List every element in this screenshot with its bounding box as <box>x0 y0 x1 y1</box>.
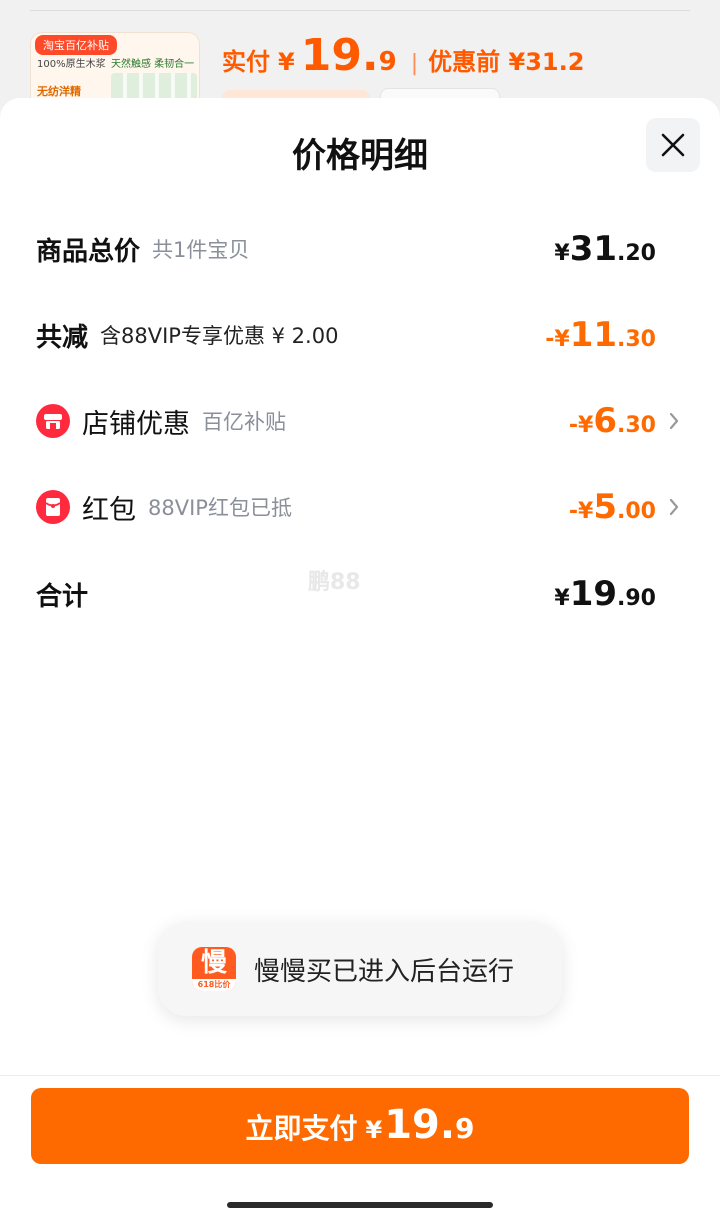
amount-int: 6 <box>593 401 618 441</box>
pay-yen: ¥ <box>365 1116 383 1144</box>
row-label: 共减 <box>36 322 89 353</box>
pay-dec: 9 <box>455 1112 475 1145</box>
row-label: 商品总价 <box>36 236 141 267</box>
sheet-title: 价格明细 <box>292 136 428 176</box>
amount-yen: -¥ <box>568 413 594 438</box>
app-icon: 慢 618比价 <box>192 947 236 991</box>
amount-yen: -¥ <box>568 499 594 524</box>
row-label: 红包 <box>82 494 136 526</box>
chevron-right-icon <box>664 494 684 520</box>
amount-int: 5 <box>593 487 618 527</box>
amount: ¥ 19 .90 <box>554 574 656 614</box>
red-packet-icon <box>36 490 70 524</box>
amount-yen: ¥ <box>554 586 570 611</box>
amount-int: 11 <box>569 315 618 355</box>
pay-int: 19. <box>384 1102 456 1148</box>
row-sub: 含88VIP专享优惠 ¥ 2.00 <box>100 324 339 348</box>
app-icon-strip: 618比价 <box>192 979 236 991</box>
background-price: 实付 ¥ 19. 9 | 优惠前 ¥31.2 <box>222 30 584 81</box>
row-sub: 共1件宝贝 <box>152 238 250 262</box>
before-discount-price: 优惠前 ¥31.2 <box>428 48 585 76</box>
thumb-text: 无纺洋精 <box>37 85 81 98</box>
amount-int: 19 <box>569 574 618 614</box>
actual-pay-int: 19. <box>300 30 379 81</box>
actual-pay-dec: 9 <box>378 47 397 77</box>
subsidy-badge: 淘宝百亿补贴 <box>35 35 117 55</box>
row-label: 合计 <box>36 581 89 612</box>
app-icon-glyph: 慢 <box>200 948 227 978</box>
amount-yen: -¥ <box>545 327 570 352</box>
close-icon <box>661 133 685 157</box>
pay-label: 立即支付 <box>245 1112 358 1145</box>
pay-now-button[interactable]: 立即支付 ¥ 19. 9 <box>31 1088 689 1164</box>
amount-dec: .00 <box>617 499 656 524</box>
amount: -¥ 11 .30 <box>545 315 656 355</box>
row-sub: 百亿补贴 <box>202 410 286 434</box>
amount-dec: .20 <box>617 241 656 266</box>
row-store-discount[interactable]: 店铺优惠 百亿补贴 -¥ 6 .30 <box>36 396 684 446</box>
footer-divider <box>0 1075 720 1076</box>
thumb-text: 100%原生木浆 <box>37 59 106 70</box>
price-separator: | <box>410 51 419 76</box>
row-item-total: 商品总价 共1件宝贝 ¥ 31 .20 <box>36 224 684 274</box>
home-indicator[interactable] <box>227 1202 493 1208</box>
amount: -¥ 5 .00 <box>569 487 656 527</box>
toast-message: 慢慢买已进入后台运行 <box>254 956 515 987</box>
amount: ¥ 31 .20 <box>554 229 656 269</box>
close-button[interactable] <box>646 118 700 172</box>
actual-pay-yen: ¥ <box>278 48 295 76</box>
amount-dec: .30 <box>617 413 656 438</box>
row-label: 店铺优惠 <box>82 408 190 440</box>
price-detail-sheet: 价格明细 商品总价 共1件宝贝 ¥ 31 .20 共减 含88VIP专享优惠 ¥… <box>0 98 720 1220</box>
amount-dec: .30 <box>617 327 656 352</box>
amount-int: 31 <box>569 229 618 269</box>
thumb-text: 天然触感 柔韧合一 <box>111 59 195 70</box>
store-icon <box>36 404 70 438</box>
row-sub: 88VIP红包已抵 <box>148 496 292 520</box>
watermark: 鹏88 <box>308 570 361 595</box>
amount-yen: ¥ <box>554 241 570 266</box>
row-total-discount: 共减 含88VIP专享优惠 ¥ 2.00 -¥ 11 .30 <box>36 310 684 360</box>
amount: -¥ 6 .30 <box>569 401 656 441</box>
chevron-right-icon <box>664 408 684 434</box>
amount-dec: .90 <box>617 586 656 611</box>
row-red-packet[interactable]: 红包 88VIP红包已抵 -¥ 5 .00 <box>36 482 684 532</box>
actual-pay-label: 实付 <box>222 48 270 76</box>
background-running-toast: 慢 618比价 慢慢买已进入后台运行 <box>158 922 562 1016</box>
divider <box>30 10 690 11</box>
